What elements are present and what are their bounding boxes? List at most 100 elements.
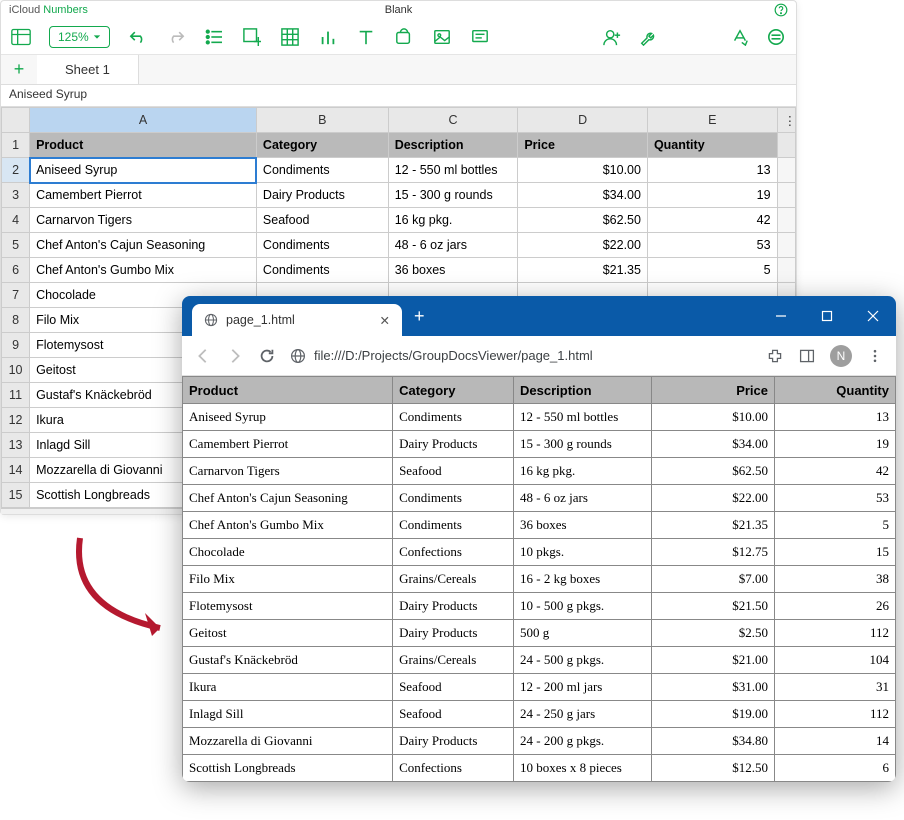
row-head[interactable]: 7 bbox=[2, 283, 30, 308]
cell[interactable]: $22.00 bbox=[518, 233, 648, 258]
cell[interactable]: 19 bbox=[647, 183, 777, 208]
col-head-c[interactable]: C bbox=[388, 108, 518, 133]
cell[interactable]: $62.50 bbox=[518, 208, 648, 233]
list-icon[interactable] bbox=[204, 27, 224, 47]
row-head[interactable]: 10 bbox=[2, 358, 30, 383]
cell[interactable]: Chef Anton's Gumbo Mix bbox=[30, 258, 257, 283]
close-tab-icon[interactable]: ✕ bbox=[380, 313, 390, 328]
cell[interactable]: 42 bbox=[647, 208, 777, 233]
url-field[interactable]: file:///D:/Projects/GroupDocsViewer/page… bbox=[290, 348, 752, 364]
row-head[interactable]: 6 bbox=[2, 258, 30, 283]
row-head[interactable]: 3 bbox=[2, 183, 30, 208]
extensions-icon[interactable] bbox=[766, 347, 784, 365]
forward-icon[interactable] bbox=[226, 347, 244, 365]
cell[interactable]: 16 kg pkg. bbox=[388, 208, 518, 233]
cell[interactable]: 15 - 300 g rounds bbox=[388, 183, 518, 208]
shape-icon[interactable] bbox=[394, 27, 414, 47]
cell[interactable]: Camembert Pierrot bbox=[30, 183, 257, 208]
format-icon[interactable] bbox=[730, 27, 750, 47]
col-head-d[interactable]: D bbox=[518, 108, 648, 133]
organize-icon[interactable] bbox=[766, 27, 786, 47]
cell: Chocolade bbox=[183, 539, 393, 566]
sidepanel-icon[interactable] bbox=[798, 347, 816, 365]
zoom-select[interactable]: 125% bbox=[49, 26, 110, 48]
col-head-b[interactable]: B bbox=[256, 108, 388, 133]
cell[interactable]: 13 bbox=[647, 158, 777, 183]
cell[interactable]: $21.35 bbox=[518, 258, 648, 283]
comment-icon[interactable] bbox=[470, 27, 490, 47]
cell[interactable]: Condiments bbox=[256, 258, 388, 283]
header-cell[interactable]: Category bbox=[256, 133, 388, 158]
row-head[interactable]: 15 bbox=[2, 483, 30, 508]
cell[interactable]: Condiments bbox=[256, 233, 388, 258]
cell[interactable]: 12 - 550 ml bottles bbox=[388, 158, 518, 183]
corner-cell[interactable] bbox=[2, 108, 30, 133]
numbers-toolbar: 125% bbox=[1, 19, 796, 55]
row-head[interactable]: 8 bbox=[2, 308, 30, 333]
cell[interactable]: Aniseed Syrup bbox=[30, 158, 257, 183]
tools-icon[interactable] bbox=[638, 27, 658, 47]
row-head[interactable]: 5 bbox=[2, 233, 30, 258]
sheet-tab[interactable]: Sheet 1 bbox=[37, 55, 139, 84]
header-cell[interactable]: Price bbox=[518, 133, 648, 158]
col-head-a[interactable]: A bbox=[30, 108, 257, 133]
maximize-button[interactable] bbox=[804, 296, 850, 336]
add-sheet-button[interactable]: + bbox=[1, 55, 37, 84]
collab-icon[interactable] bbox=[602, 27, 622, 47]
th-product: Product bbox=[183, 377, 393, 404]
redo-icon[interactable] bbox=[166, 27, 186, 47]
cell[interactable]: $10.00 bbox=[518, 158, 648, 183]
insert-icon[interactable] bbox=[242, 27, 262, 47]
new-tab-button[interactable]: + bbox=[414, 306, 425, 327]
cell[interactable]: 48 - 6 oz jars bbox=[388, 233, 518, 258]
profile-avatar[interactable]: N bbox=[830, 345, 852, 367]
reload-icon[interactable] bbox=[258, 347, 276, 365]
close-window-button[interactable] bbox=[850, 296, 896, 336]
menu-icon[interactable] bbox=[866, 347, 884, 365]
table-row: IkuraSeafood12 - 200 ml jars$31.0031 bbox=[183, 674, 896, 701]
row-head[interactable]: 1 bbox=[2, 133, 30, 158]
help-icon[interactable] bbox=[774, 3, 788, 17]
cell[interactable]: $34.00 bbox=[518, 183, 648, 208]
col-scroll[interactable]: ⋮ bbox=[777, 108, 795, 133]
row-head[interactable]: 4 bbox=[2, 208, 30, 233]
browser-tab[interactable]: page_1.html ✕ bbox=[192, 304, 402, 336]
cell[interactable]: Carnarvon Tigers bbox=[30, 208, 257, 233]
cell: 19 bbox=[775, 431, 896, 458]
table-row: FlotemysostDairy Products10 - 500 g pkgs… bbox=[183, 593, 896, 620]
cell: 26 bbox=[775, 593, 896, 620]
back-icon[interactable] bbox=[194, 347, 212, 365]
cell[interactable]: Chef Anton's Cajun Seasoning bbox=[30, 233, 257, 258]
cell: 48 - 6 oz jars bbox=[514, 485, 652, 512]
chart-icon[interactable] bbox=[318, 27, 338, 47]
row-head[interactable]: 2 bbox=[2, 158, 30, 183]
minimize-button[interactable] bbox=[758, 296, 804, 336]
row-head[interactable]: 14 bbox=[2, 458, 30, 483]
cell: $22.00 bbox=[651, 485, 774, 512]
text-icon[interactable] bbox=[356, 27, 376, 47]
col-head-e[interactable]: E bbox=[647, 108, 777, 133]
doc-title: Blank bbox=[385, 4, 413, 16]
row-head[interactable]: 12 bbox=[2, 408, 30, 433]
cell[interactable]: Seafood bbox=[256, 208, 388, 233]
row-head[interactable]: 13 bbox=[2, 433, 30, 458]
cell: $7.00 bbox=[651, 566, 774, 593]
cell[interactable]: Dairy Products bbox=[256, 183, 388, 208]
header-cell[interactable]: Quantity bbox=[647, 133, 777, 158]
site-info-icon[interactable] bbox=[290, 348, 306, 364]
header-cell[interactable]: Description bbox=[388, 133, 518, 158]
formula-bar[interactable]: Aniseed Syrup bbox=[1, 85, 796, 107]
cell[interactable]: Condiments bbox=[256, 158, 388, 183]
header-cell[interactable]: Product bbox=[30, 133, 257, 158]
view-icon[interactable] bbox=[11, 27, 31, 47]
cell: Grains/Cereals bbox=[393, 566, 514, 593]
table-row: 2Aniseed SyrupCondiments12 - 550 ml bott… bbox=[2, 158, 796, 183]
media-icon[interactable] bbox=[432, 27, 452, 47]
row-head[interactable]: 9 bbox=[2, 333, 30, 358]
cell[interactable]: 5 bbox=[647, 258, 777, 283]
row-head[interactable]: 11 bbox=[2, 383, 30, 408]
table-icon[interactable] bbox=[280, 27, 300, 47]
undo-icon[interactable] bbox=[128, 27, 148, 47]
cell[interactable]: 36 boxes bbox=[388, 258, 518, 283]
cell[interactable]: 53 bbox=[647, 233, 777, 258]
